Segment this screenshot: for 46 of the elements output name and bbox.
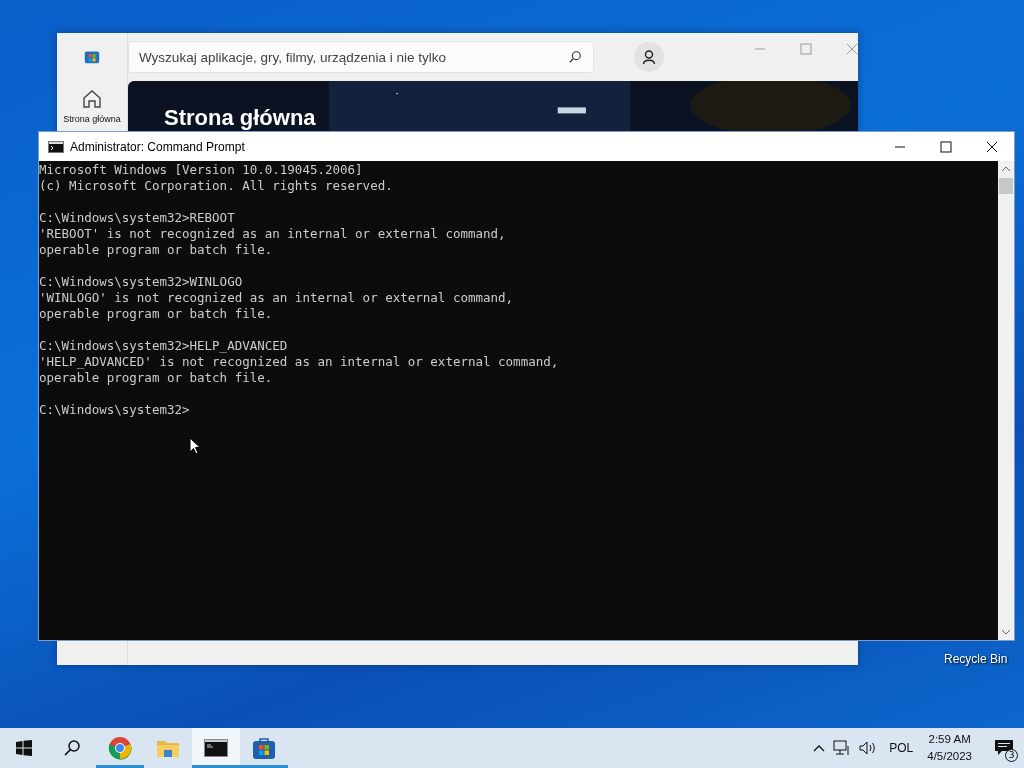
date-text: 4/5/2023: [927, 749, 972, 764]
console-line: operable program or batch file.: [39, 370, 274, 386]
console-line: Microsoft Windows [Version 10.0.19045.2006]: [39, 162, 364, 178]
scrollbar[interactable]: [998, 161, 1014, 640]
console-line: 'WINLOGO' is not recognized as an internal or external command,: [39, 290, 515, 306]
speaker-icon[interactable]: [859, 740, 878, 756]
console-line: 'HELP_ADVANCED' is not recognized as an internal or external command,: [39, 354, 560, 370]
sidebar-label: Strona główna: [63, 114, 121, 124]
close-icon[interactable]: [986, 140, 998, 153]
console-line: (c) Microsoft Corporation. All rights reserved.: [39, 178, 394, 194]
clock[interactable]: 2:59 AM 4/5/2023: [927, 731, 972, 765]
notifications-button[interactable]: 3: [984, 728, 1024, 768]
person-icon: [641, 49, 657, 65]
scroll-up-icon[interactable]: [1001, 166, 1011, 172]
scroll-down-icon[interactable]: [1001, 629, 1011, 635]
search-icon: [63, 739, 81, 757]
console-line: C:\Windows\system32>HELP_ADVANCED: [39, 338, 289, 354]
language-indicator[interactable]: POL: [889, 741, 914, 755]
maximize-icon[interactable]: [940, 140, 952, 153]
sidebar-item[interactable]: Strona główna: [63, 87, 121, 124]
notification-badge: 3: [1005, 749, 1018, 762]
console-icon: [204, 739, 228, 757]
cursor-icon: [189, 437, 201, 455]
console-line: C:\Windows\system32>: [39, 402, 191, 418]
time-text: 2:59 AM: [928, 732, 971, 747]
console-line: C:\Windows\system32>REBOOT: [39, 210, 236, 226]
console-line: operable program or batch file.: [39, 306, 274, 322]
search-icon: [568, 50, 582, 64]
windows-logo-icon: [16, 740, 32, 756]
home-icon: [80, 87, 104, 111]
account-button[interactable]: [634, 42, 664, 72]
message-icon: [994, 739, 1014, 757]
scroll-thumb[interactable]: [999, 178, 1013, 194]
taskbar-app-button[interactable]: [192, 728, 240, 768]
console-line: operable program or batch file.: [39, 242, 274, 258]
console-line: 'REBOOT' is not recognized as an internal or external command,: [39, 226, 507, 242]
console-icon: [48, 140, 64, 153]
store-bag-icon: [252, 736, 276, 760]
desktop-icon-label[interactable]: Recycle Bin: [944, 652, 1008, 666]
caret-up-icon[interactable]: [813, 744, 826, 752]
console-line: C:\Windows\system32>WINLOGO: [39, 274, 244, 290]
network-icon[interactable]: [833, 740, 852, 756]
page-heading: Strona główna: [164, 105, 316, 131]
window-title: Administrator: Command Prompt: [70, 139, 245, 154]
chrome-icon: [108, 736, 132, 760]
search-field[interactable]: Wyszukaj aplikacje, gry, filmy, urządzenia i nie tylko: [128, 41, 594, 73]
